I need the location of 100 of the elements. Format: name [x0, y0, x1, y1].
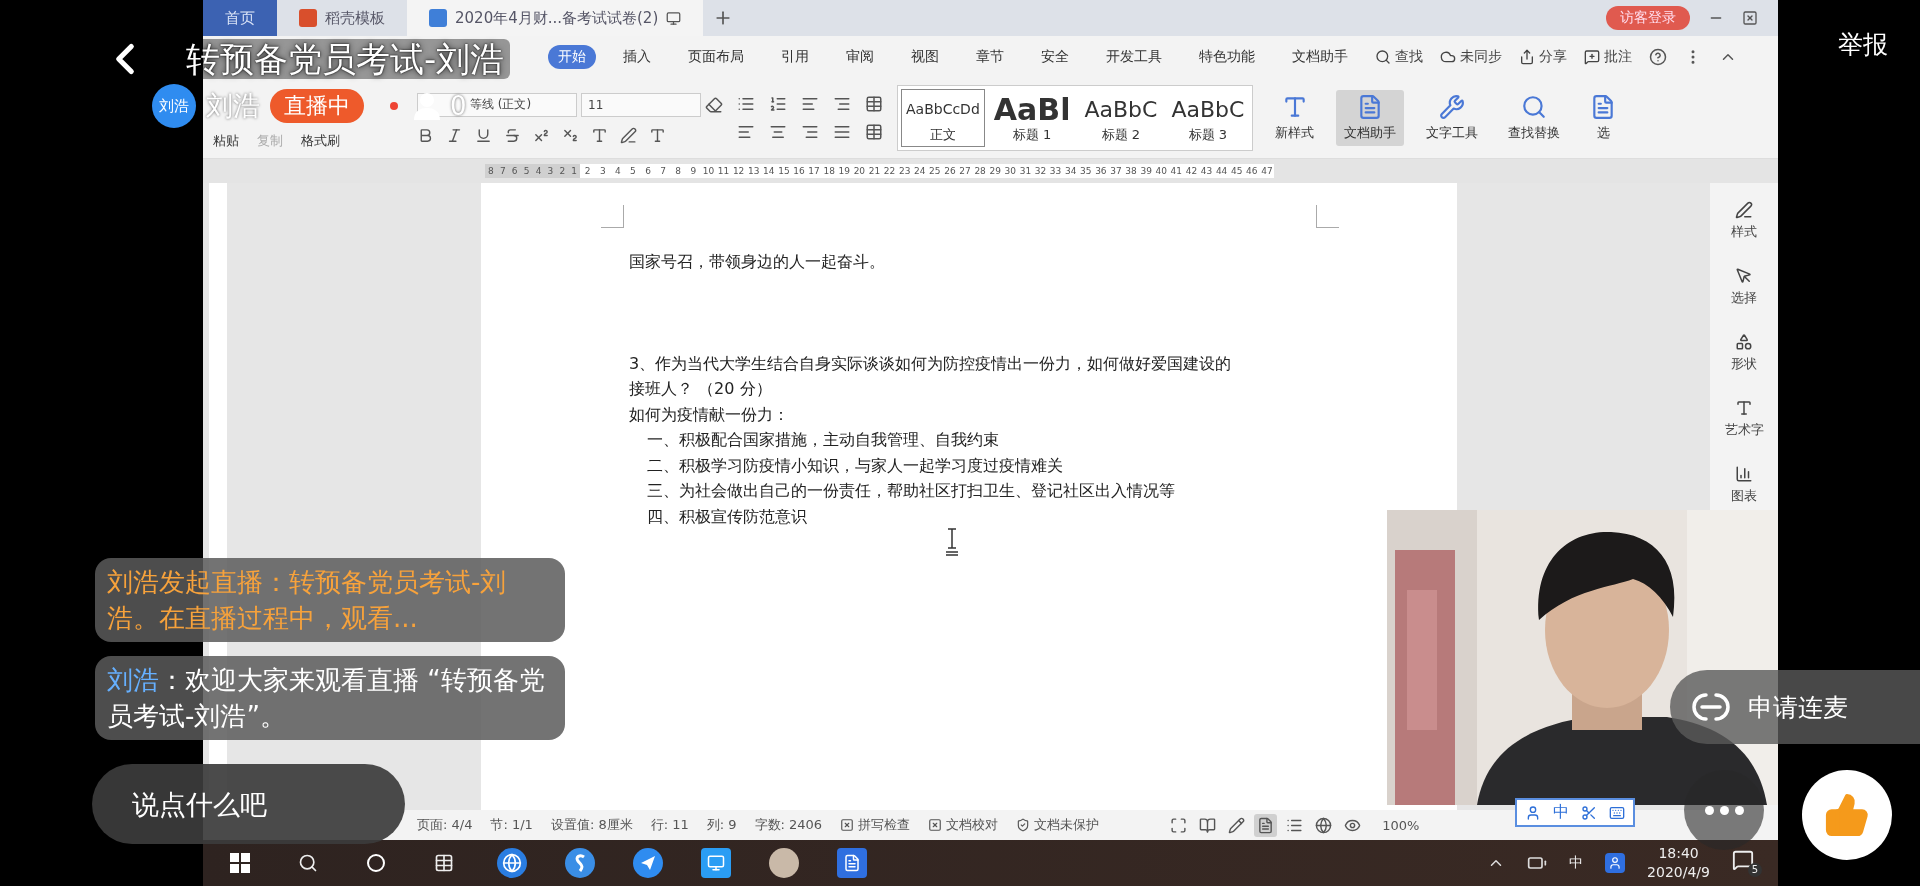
- side-panel-item[interactable]: 艺术字: [1724, 399, 1764, 439]
- status-button[interactable]: 文档校对: [928, 816, 999, 834]
- style-option[interactable]: AaBl 标题 1: [988, 89, 1076, 147]
- zoom-level[interactable]: 100%: [1382, 817, 1420, 833]
- chat-message: 刘浩：欢迎大家来观看直播 “转预备党员考试-刘浩”。: [95, 656, 565, 740]
- ruler-number: 5: [629, 166, 637, 176]
- document-tab[interactable]: 2020年4月财...备考试试卷(2): [407, 0, 704, 36]
- ime-indicator[interactable]: 中: [1569, 854, 1584, 872]
- ruler-number: 28: [973, 166, 987, 176]
- ruler-number: 31: [1018, 166, 1033, 176]
- ruler-number: 3: [546, 166, 555, 176]
- ruler-number: 1: [570, 166, 579, 176]
- menu-tab[interactable]: 插入: [613, 45, 661, 69]
- menu-action[interactable]: 未同步: [1440, 48, 1502, 66]
- style-option[interactable]: AaBbCcDd 正文: [901, 89, 985, 147]
- ruler-number: 45: [1229, 166, 1244, 176]
- menu-action[interactable]: 分享: [1519, 48, 1567, 66]
- ruler-number: 9: [689, 166, 698, 176]
- ruler-number: 30: [1003, 166, 1017, 176]
- status-text: 节: 1/1: [490, 816, 533, 834]
- document-tab[interactable]: 稻壳模板: [277, 0, 407, 36]
- document-tab[interactable]: 首页: [203, 0, 277, 36]
- document-text: 国家号召，带领身边的人一起奋斗。: [629, 251, 885, 273]
- menu-tab[interactable]: 文档助手: [1282, 45, 1358, 69]
- menu-tab[interactable]: 审阅: [836, 45, 884, 69]
- font-size-field[interactable]: 11: [581, 92, 701, 117]
- ruler-number: 2: [583, 166, 592, 176]
- ribbon-tool-button[interactable]: 文档助手: [1336, 90, 1405, 146]
- menu-tab[interactable]: 特色功能: [1189, 45, 1265, 69]
- ime-toolbar[interactable]: 中: [1515, 798, 1635, 827]
- ruler-number: 3: [598, 166, 607, 176]
- clipboard-button[interactable]: 格式刷: [301, 132, 340, 150]
- ruler-number: 16: [792, 166, 806, 176]
- ribbon-tool-button[interactable]: 选: [1582, 90, 1625, 146]
- menu-tab[interactable]: 安全: [1031, 45, 1079, 69]
- status-text: 字数: 2406: [754, 816, 823, 834]
- ruler-number: 47: [1260, 166, 1274, 176]
- document-list-item: 三、为社会做出自己的一份责任，帮助社区打扫卫生、登记社区出入情况等: [647, 480, 1175, 502]
- host-name: 刘浩: [206, 89, 260, 123]
- ruler-number: 7: [498, 166, 507, 176]
- style-option[interactable]: AaBbC 标题 2: [1079, 89, 1163, 147]
- ruler-number: 7: [659, 166, 667, 176]
- menu-action[interactable]: 查找: [1375, 48, 1423, 66]
- ruler-number: 38: [1124, 166, 1138, 176]
- ribbon-tool-button[interactable]: 新样式: [1267, 90, 1323, 146]
- ruler-number: 26: [943, 166, 957, 176]
- ruler-number: 36: [1094, 166, 1108, 176]
- document-list-item: 一、积极配合国家措施，主动自我管理、自我约束: [647, 429, 999, 451]
- document-list-item: 二、积极学习防疫情小知识，与家人一起学习度过疫情难关: [647, 454, 1063, 477]
- status-text: 页面: 4/4: [417, 816, 473, 834]
- ruler-number: 5: [522, 166, 531, 176]
- ruler-number: 42: [1184, 166, 1199, 176]
- clock[interactable]: 18:40 2020/4/9: [1647, 844, 1710, 882]
- document-text: 3、作为当代大学生结合自身实际谈谈如何为防控疫情出一份力，如何做好爱国建设的: [629, 352, 1232, 375]
- side-panel-item[interactable]: 形状: [1731, 333, 1757, 373]
- ruler-number: 4: [614, 166, 622, 176]
- ruler-number: 29: [988, 166, 1002, 176]
- ribbon-tool-button[interactable]: 查找替换: [1500, 90, 1569, 146]
- menu-tab[interactable]: 视图: [901, 45, 949, 69]
- status-button[interactable]: 文档未保护: [1016, 816, 1100, 834]
- ruler-number: 40: [1154, 166, 1168, 176]
- menu-tab[interactable]: 引用: [771, 45, 819, 69]
- ruler-number: 22: [882, 166, 897, 176]
- ruler-number: 34: [1063, 166, 1078, 176]
- ruler-number: 25: [928, 166, 942, 176]
- ruler-number: 19: [837, 166, 851, 176]
- menu-tab[interactable]: 章节: [966, 45, 1014, 69]
- ruler-number: 24: [913, 166, 927, 176]
- mic-request-button[interactable]: 申请连麦: [1670, 670, 1920, 744]
- side-panel-item[interactable]: 样式: [1731, 201, 1757, 241]
- ruler-number: 44: [1214, 166, 1229, 176]
- ruler-number: 46: [1245, 166, 1259, 176]
- side-panel-item[interactable]: 选择: [1731, 267, 1757, 307]
- ruler-number: 12: [731, 166, 746, 176]
- ruler-number: 17: [807, 166, 821, 176]
- comment-input[interactable]: 说点什么吧: [92, 764, 405, 844]
- status-button[interactable]: 拼写检查: [840, 816, 911, 834]
- live-badge: 直播中: [270, 89, 364, 123]
- menu-tab[interactable]: 开始: [548, 45, 596, 69]
- chat-message: 刘浩发起直播：转预备党员考试-刘浩。在直播过程中，观看...: [95, 558, 565, 642]
- ruler-number: 37: [1109, 166, 1123, 176]
- document-text: 如何为疫情献一份力：: [629, 403, 789, 426]
- ruler-number: 8: [487, 166, 495, 176]
- ruler-number: 18: [822, 166, 836, 176]
- ruler-number: 43: [1199, 166, 1214, 176]
- ruler-number: 27: [958, 166, 972, 176]
- report-link[interactable]: 举报: [1838, 30, 1888, 59]
- side-panel-item[interactable]: 图表: [1731, 465, 1757, 505]
- clipboard-button[interactable]: 粘贴: [213, 132, 239, 150]
- menu-action[interactable]: 批注: [1584, 48, 1632, 66]
- menu-tab[interactable]: 开发工具: [1096, 45, 1172, 69]
- menu-tab[interactable]: 页面布局: [678, 45, 754, 69]
- ribbon-tool-button[interactable]: 文字工具: [1418, 90, 1487, 146]
- ruler-number: 32: [1033, 166, 1048, 176]
- ruler-number: 20: [852, 166, 867, 176]
- ruler-number: 15: [777, 166, 791, 176]
- ruler-number: 33: [1048, 166, 1063, 176]
- ruler-number: 23: [897, 166, 912, 176]
- status-text: 行: 11: [650, 816, 689, 834]
- style-option[interactable]: AaBbC 标题 3: [1166, 89, 1250, 147]
